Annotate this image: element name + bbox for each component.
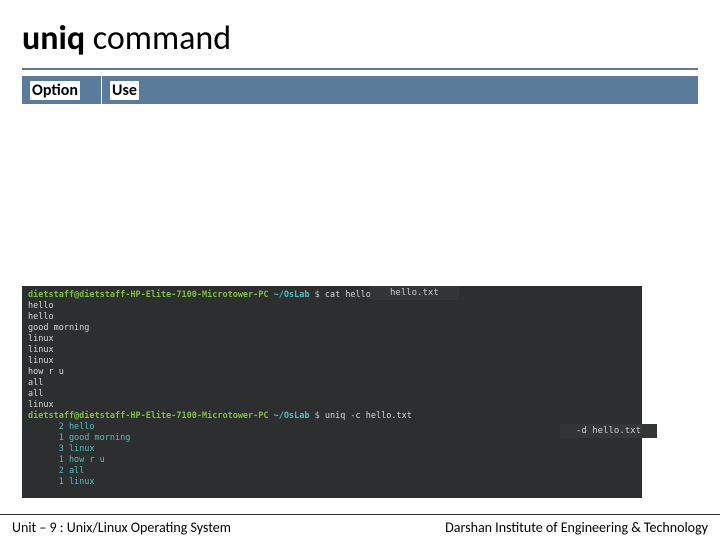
- terminal-line: 1 good morning: [28, 433, 636, 444]
- th-option: Option: [22, 76, 102, 104]
- footer-right: Darshan Institute of Engineering & Techn…: [445, 519, 708, 536]
- terminal-line: linux: [28, 400, 636, 411]
- terminal-line: hello: [28, 312, 636, 323]
- th-option-label: Option: [30, 81, 80, 100]
- terminal-line: dietstaff@dietstaff-HP-Elite-7100-Microt…: [28, 411, 636, 422]
- table-header-row: Option Use: [22, 76, 698, 104]
- terminal-line: 1 how r u: [28, 455, 636, 466]
- terminal-line: 2 hello: [28, 422, 636, 433]
- terminal-line: good morning: [28, 323, 636, 334]
- terminal-line: linux: [28, 356, 636, 367]
- terminal-line: all: [28, 389, 636, 400]
- footer-left: Unit – 9 : Unix/Linux Operating System: [12, 519, 231, 536]
- terminal-line: 1 linux: [28, 477, 636, 488]
- overlay-badge-2: -d hello.txt: [560, 424, 657, 438]
- terminal-line: 2 all: [28, 466, 636, 477]
- title-normal: command: [93, 18, 231, 59]
- slide-title: uniq command: [22, 18, 231, 59]
- footer: Unit – 9 : Unix/Linux Operating System D…: [0, 514, 720, 540]
- overlay-badge-1: hello.txt: [370, 286, 459, 300]
- th-use-label: Use: [110, 81, 139, 100]
- terminal-line: hello: [28, 301, 636, 312]
- terminal-screenshot: dietstaff@dietstaff-HP-Elite-7100-Microt…: [22, 286, 642, 498]
- terminal-line: linux: [28, 345, 636, 356]
- th-use: Use: [102, 76, 698, 104]
- terminal-line: 3 linux: [28, 444, 636, 455]
- title-underline: [22, 68, 698, 70]
- title-bold: uniq: [22, 18, 85, 59]
- terminal-line: linux: [28, 334, 636, 345]
- terminal-line: how r u: [28, 367, 636, 378]
- terminal-line: all: [28, 378, 636, 389]
- terminal-line: dietstaff@dietstaff-HP-Elite-7100-Microt…: [28, 290, 636, 301]
